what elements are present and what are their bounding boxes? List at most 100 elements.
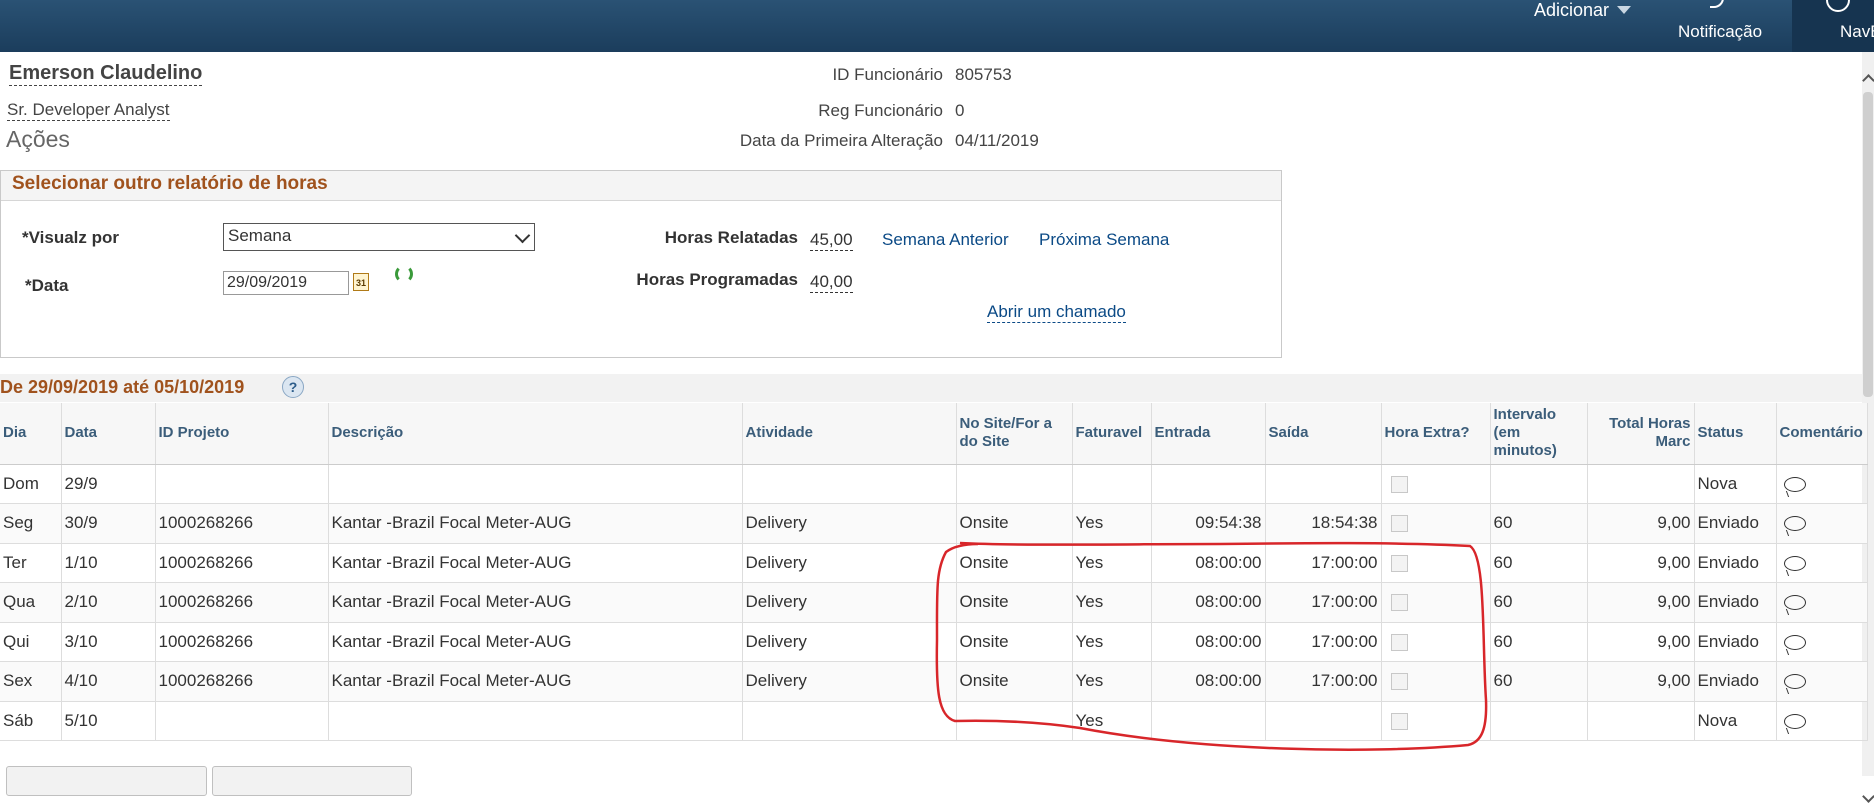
cell-day: Sáb: [0, 701, 62, 741]
add-menu-label: Adicionar: [1534, 0, 1610, 20]
col-header-day: Dia: [0, 403, 62, 465]
overtime-checkbox[interactable]: [1390, 554, 1408, 572]
refresh-icon[interactable]: [395, 265, 413, 283]
cell-exit: [1265, 701, 1382, 741]
cell-project-id: 1000268266: [155, 503, 329, 544]
comment-icon[interactable]: [1783, 713, 1806, 729]
cell-onsite: [956, 464, 1073, 504]
submit-button[interactable]: [212, 766, 412, 796]
calendar-icon[interactable]: 31: [353, 273, 369, 291]
cell-entry: 08:00:00: [1151, 622, 1266, 662]
overtime-checkbox[interactable]: [1390, 515, 1408, 533]
col-header-overtime: Hora Extra?: [1381, 403, 1491, 465]
comment-icon[interactable]: [1783, 516, 1806, 532]
cell-entry: 08:00:00: [1151, 661, 1266, 702]
cell-total-hours: [1587, 701, 1695, 741]
add-menu[interactable]: Adicionar: [1534, 0, 1632, 21]
employee-name[interactable]: Emerson Claudelino: [9, 62, 203, 86]
cell-billable: Yes: [1072, 701, 1152, 741]
cell-date: 29/9: [61, 464, 156, 504]
table-row: Sáb 5/10 Yes Nova: [0, 701, 1868, 741]
cell-overtime: [1381, 543, 1491, 583]
cell-overtime: [1381, 701, 1491, 741]
first-change-label: Data da Primeira Alteração: [739, 131, 943, 150]
cell-break: [1490, 701, 1588, 741]
notifications-link[interactable]: Notificação: [1678, 22, 1762, 42]
cell-entry: [1151, 464, 1266, 504]
cell-comment: [1776, 464, 1868, 504]
cell-status: Enviado: [1694, 503, 1777, 544]
cell-project-id: 1000268266: [155, 661, 329, 702]
cell-status: Enviado: [1694, 661, 1777, 702]
date-input[interactable]: 29/09/2019: [223, 271, 349, 295]
next-week-link[interactable]: Próxima Semana: [1039, 230, 1169, 250]
col-header-activity: Atividade: [742, 403, 957, 465]
cell-exit: 17:00:00: [1265, 582, 1382, 623]
cell-description: [328, 701, 743, 741]
cell-activity: Delivery: [742, 661, 957, 702]
save-for-later-button[interactable]: [6, 766, 207, 796]
cell-day: Sex: [0, 661, 62, 702]
scrollbar-thumb[interactable]: [1863, 92, 1873, 397]
col-header-break: Intervalo (em minutos): [1490, 403, 1588, 465]
comment-icon[interactable]: [1783, 634, 1806, 650]
cell-date: 5/10: [61, 701, 156, 741]
table-row: Qua 2/10 1000268266 Kantar -Brazil Focal Me…: [0, 582, 1868, 623]
overtime-checkbox[interactable]: [1390, 594, 1408, 612]
table-row: Qui 3/10 1000268266 Kantar -Brazil Focal Me…: [0, 622, 1868, 662]
cell-comment: [1776, 582, 1868, 623]
cell-entry: 08:00:00: [1151, 543, 1266, 583]
reported-hours-value[interactable]: 45,00: [810, 230, 853, 251]
cell-project-id: 1000268266: [155, 582, 329, 623]
table-row: Seg 30/9 1000268266 Kantar -Brazil Focal Me…: [0, 503, 1868, 544]
cell-day: Seg: [0, 503, 62, 544]
col-header-description: Descrição: [328, 403, 743, 465]
col-header-project-id: ID Projeto: [155, 403, 329, 465]
cell-project-id: [155, 464, 329, 504]
cell-status: Nova: [1694, 464, 1777, 504]
cell-onsite: Onsite: [956, 582, 1073, 623]
navbar-link[interactable]: NavBar: [1840, 22, 1874, 42]
cell-description: Kantar -Brazil Focal Meter-AUG: [328, 543, 743, 583]
table-header-row: Dia Data ID Projeto Descrição Atividade …: [0, 403, 1868, 465]
cell-overtime: [1381, 582, 1491, 623]
comment-icon[interactable]: [1783, 595, 1806, 611]
scheduled-hours-value[interactable]: 40,00: [810, 272, 853, 293]
caret-down-icon: [1617, 6, 1632, 14]
employee-title[interactable]: Sr. Developer Analyst: [7, 100, 170, 121]
comment-icon[interactable]: [1783, 674, 1806, 690]
cell-billable: Yes: [1072, 543, 1152, 583]
cell-total-hours: 9,00: [1587, 622, 1695, 662]
scroll-up-icon[interactable]: [1862, 74, 1874, 87]
cell-onsite: [956, 701, 1073, 741]
cell-overtime: [1381, 661, 1491, 702]
overtime-checkbox[interactable]: [1390, 712, 1408, 730]
cell-activity: [742, 464, 957, 504]
comment-icon[interactable]: [1783, 555, 1806, 571]
scheduled-hours-label: Horas Programadas: [636, 270, 798, 289]
notification-icon[interactable]: [1710, 0, 1724, 8]
actions-label[interactable]: Ações: [6, 126, 70, 153]
timesheet-table: Dia Data ID Projeto Descrição Atividade …: [0, 403, 1868, 741]
previous-week-link[interactable]: Semana Anterior: [882, 230, 1009, 250]
open-ticket-link[interactable]: Abrir um chamado: [987, 302, 1126, 323]
cell-total-hours: 9,00: [1587, 503, 1695, 544]
employee-id-label: ID Funcionário: [832, 65, 943, 84]
cell-onsite: Onsite: [956, 622, 1073, 662]
cell-break: 60: [1490, 543, 1588, 583]
cell-exit: 18:54:38: [1265, 503, 1382, 544]
overtime-checkbox[interactable]: [1390, 673, 1408, 691]
help-icon[interactable]: ?: [282, 376, 304, 398]
cell-activity: Delivery: [742, 622, 957, 662]
overtime-checkbox[interactable]: [1390, 633, 1408, 651]
cell-project-id: 1000268266: [155, 543, 329, 583]
cell-day: Qui: [0, 622, 62, 662]
cell-description: [328, 464, 743, 504]
scroll-down-icon[interactable]: [1862, 790, 1874, 803]
employee-reg-label: Reg Funcionário: [818, 101, 943, 120]
cell-exit: 17:00:00: [1265, 622, 1382, 662]
period-title: De 29/09/2019 até 05/10/2019: [0, 377, 245, 397]
overtime-checkbox[interactable]: [1390, 475, 1408, 493]
table-row: Sex 4/10 1000268266 Kantar -Brazil Focal Me…: [0, 661, 1868, 702]
comment-icon[interactable]: [1783, 476, 1806, 492]
